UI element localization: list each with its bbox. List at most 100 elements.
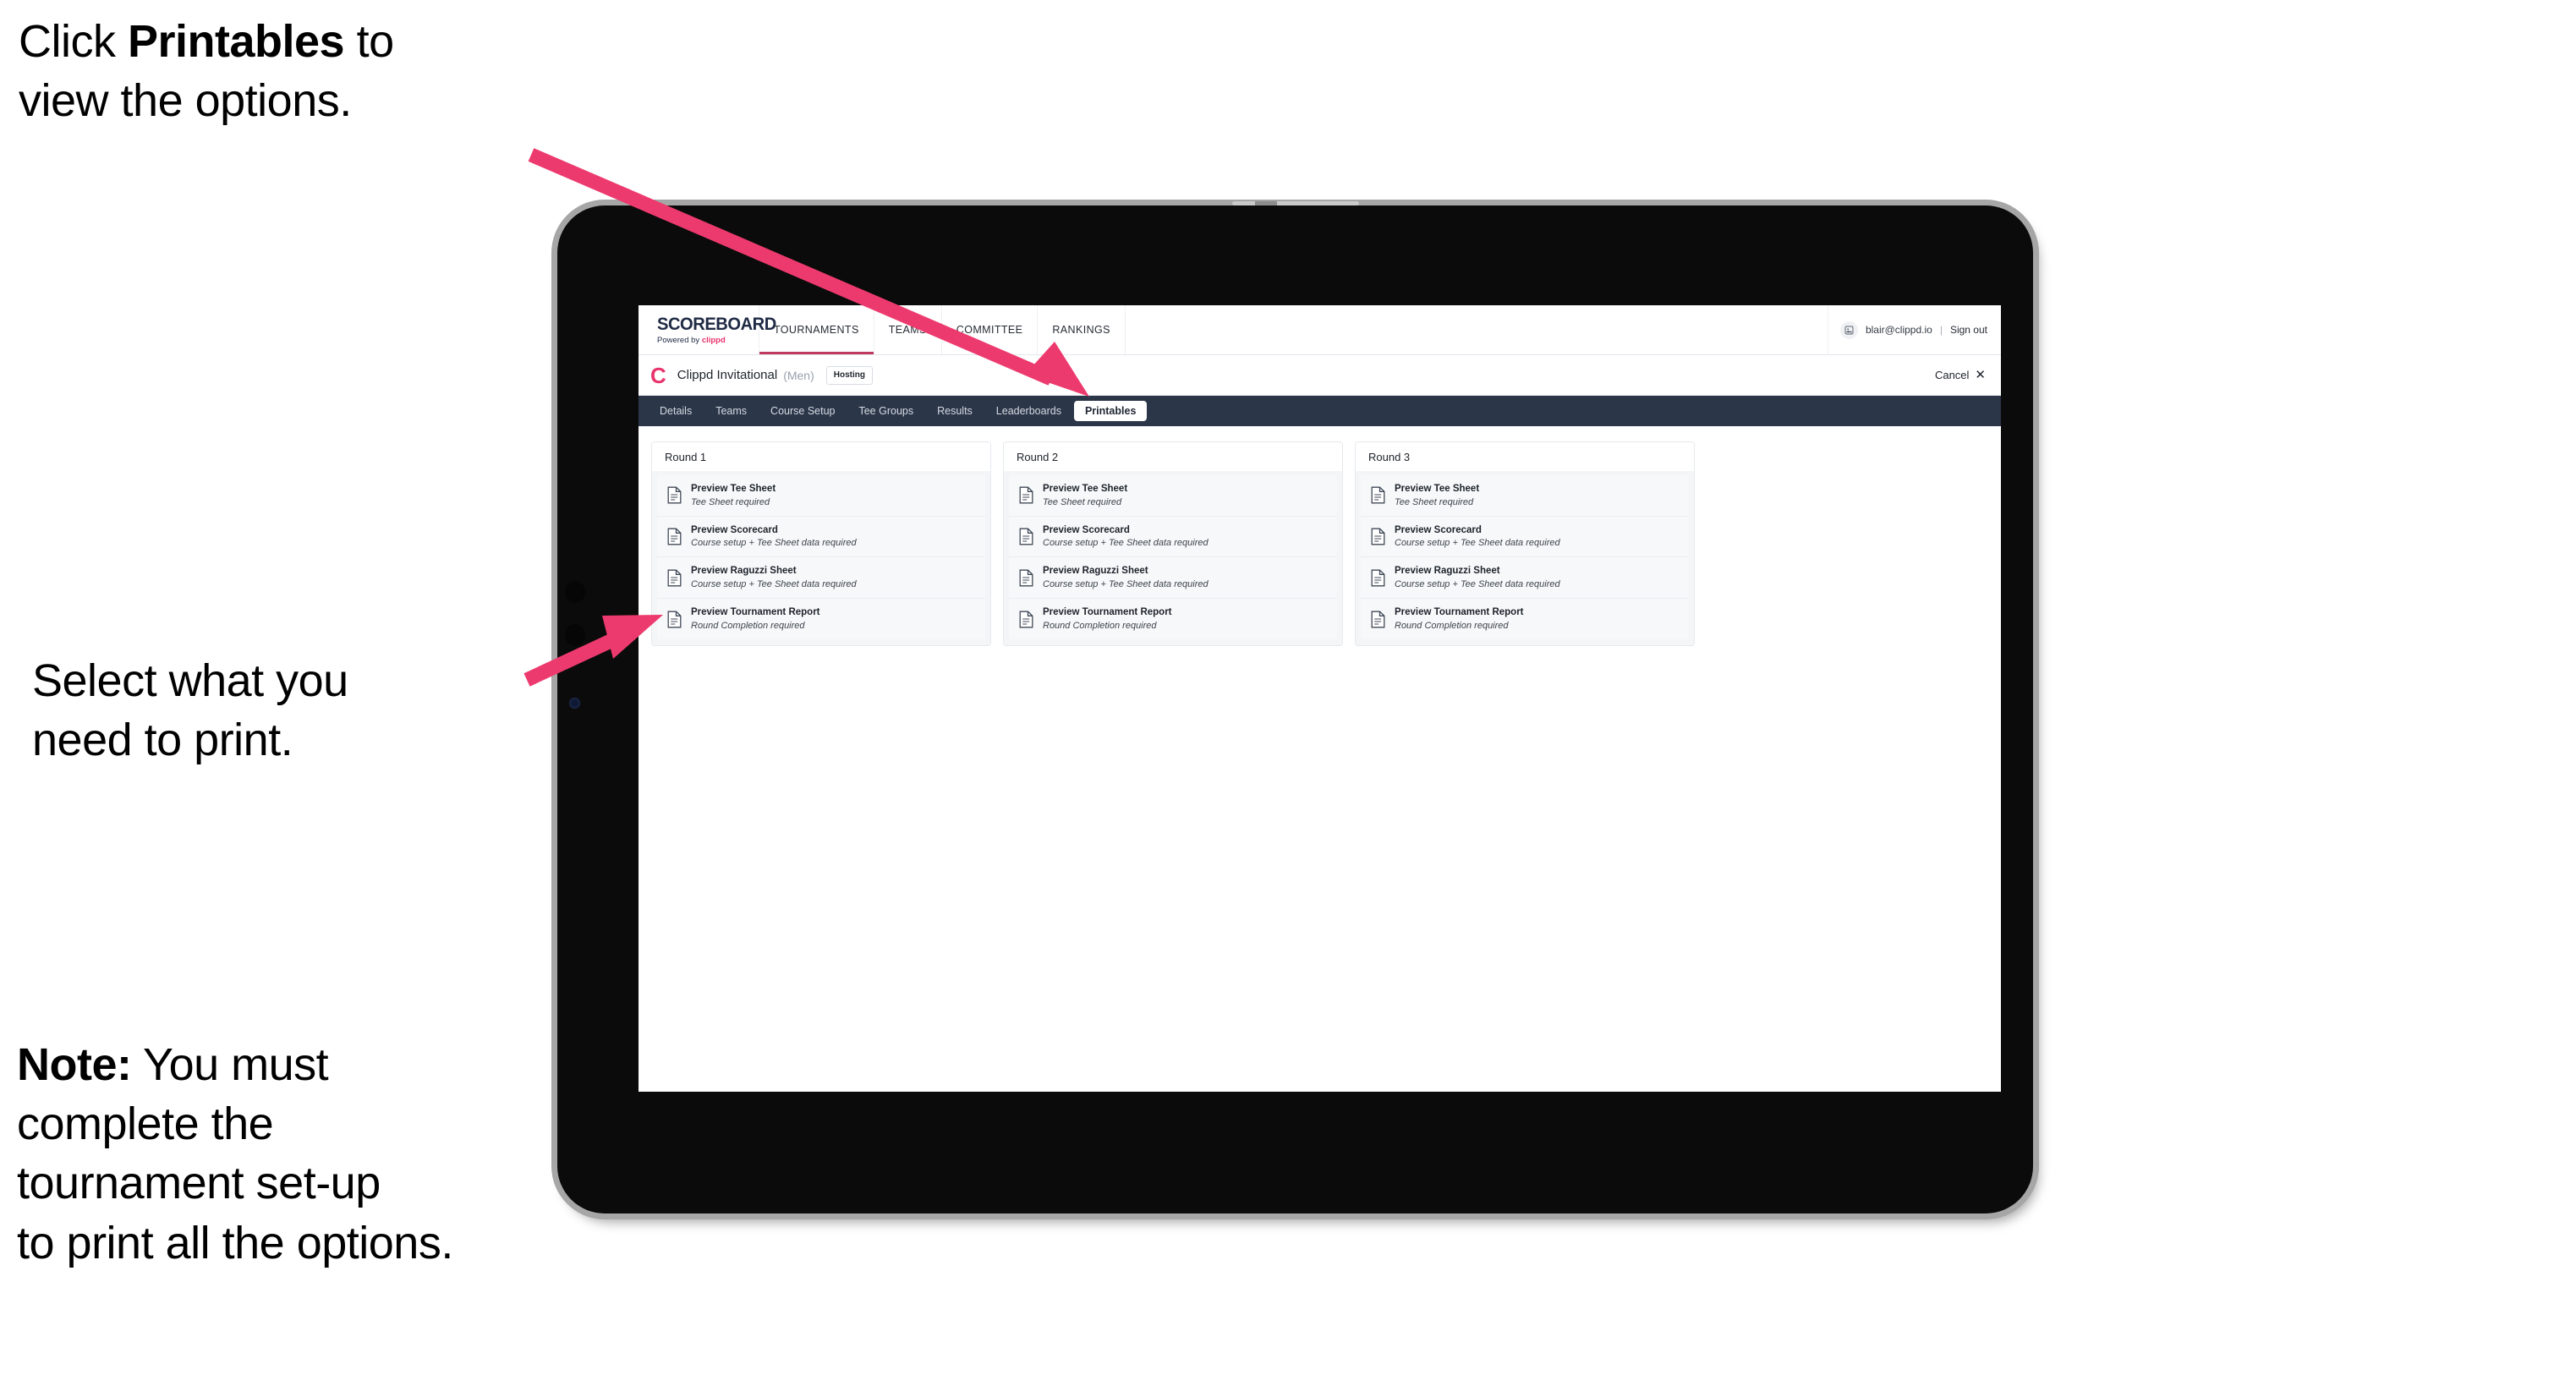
user-separator: |: [1939, 324, 1943, 336]
close-icon: ✕: [1975, 368, 1986, 382]
round-items: Preview Tee Sheet Tee Sheet required Pre…: [652, 471, 990, 645]
document-icon: [667, 569, 682, 587]
document-icon: [667, 611, 682, 628]
section-tab-bar: Details Teams Course Setup Tee Groups Re…: [639, 396, 2001, 426]
list-item-title: Preview Tournament Report: [1395, 607, 1524, 618]
tournament-gender: (Men): [783, 368, 814, 382]
list-item-title: Preview Raguzzi Sheet: [691, 566, 797, 577]
list-item[interactable]: Preview Tee Sheet Tee Sheet required: [1009, 475, 1337, 517]
list-item-subtitle: Tee Sheet required: [691, 496, 770, 507]
brand-title: SCOREBOARD: [657, 314, 776, 334]
document-icon: [667, 528, 682, 545]
list-item[interactable]: Preview Tournament Report Round Completi…: [1361, 599, 1689, 639]
list-item-subtitle: Course setup + Tee Sheet data required: [1395, 579, 1560, 590]
nav-item-teams[interactable]: TEAMS: [874, 305, 942, 354]
nav-item-tournaments[interactable]: TOURNAMENTS: [759, 305, 874, 354]
app-screen: SCOREBOARD Powered by clippd TOURNAMENTS…: [639, 305, 2001, 1092]
list-item-subtitle: Round Completion required: [1395, 620, 1509, 631]
brand-sub-accent: clippd: [701, 335, 726, 345]
tab-leaderboards[interactable]: Leaderboards: [985, 401, 1072, 422]
tournament-name: Clippd Invitational: [677, 368, 778, 382]
list-item-subtitle: Round Completion required: [1043, 620, 1157, 631]
annotation-select-what-to-print: Select what you need to print.: [32, 655, 348, 766]
list-item-subtitle: Course setup + Tee Sheet data required: [691, 538, 857, 549]
list-item[interactable]: Preview Tournament Report Round Completi…: [657, 599, 985, 639]
list-item-subtitle: Tee Sheet required: [1395, 496, 1474, 507]
document-icon: [1019, 569, 1033, 587]
brand-sub-prefix: Powered by: [657, 335, 702, 345]
round-card: Round 2 Preview Tee Sheet Tee Sheet requ…: [1003, 441, 1343, 646]
document-icon: [667, 486, 682, 504]
list-item-title: Preview Tee Sheet: [1395, 484, 1480, 494]
document-icon: [1019, 528, 1033, 545]
document-icon: [1371, 486, 1385, 504]
tablet-sensor: [1254, 201, 1277, 205]
printables-panel: Round 1 Preview Tee Sheet Tee Sheet requ…: [639, 426, 2001, 646]
tab-printables[interactable]: Printables: [1073, 400, 1148, 422]
list-item[interactable]: Preview Tee Sheet Tee Sheet required: [657, 475, 985, 517]
round-items: Preview Tee Sheet Tee Sheet required Pre…: [1356, 471, 1694, 645]
document-icon: [1371, 569, 1385, 587]
list-item-title: Preview Raguzzi Sheet: [1043, 566, 1148, 577]
list-item[interactable]: Preview Tee Sheet Tee Sheet required: [1361, 475, 1689, 517]
round-card: Round 1 Preview Tee Sheet Tee Sheet requ…: [651, 441, 991, 646]
list-item-title: Preview Scorecard: [691, 524, 778, 535]
list-item-title: Preview Tournament Report: [1043, 607, 1172, 618]
annotation-bold-printables: Printables: [128, 16, 345, 67]
volume-down-button[interactable]: [565, 624, 585, 646]
tab-details[interactable]: Details: [649, 401, 703, 422]
tab-tee-groups[interactable]: Tee Groups: [847, 401, 924, 422]
list-item-subtitle: Round Completion required: [691, 620, 805, 631]
nav-item-tournaments-label: TOURNAMENTS: [774, 324, 859, 336]
user-account-area: blair@clippd.io | Sign out: [1828, 305, 2001, 354]
document-icon: [1371, 611, 1385, 628]
cancel-button-label: Cancel: [1934, 369, 1970, 381]
nav-item-rankings-label: RANKINGS: [1052, 324, 1110, 336]
user-avatar-icon[interactable]: [1839, 320, 1858, 339]
list-item[interactable]: Preview Scorecard Course setup + Tee She…: [1361, 516, 1689, 558]
list-item-title: Preview Tournament Report: [691, 607, 820, 618]
volume-up-button[interactable]: [565, 581, 585, 603]
status-badge: Hosting: [825, 365, 873, 385]
document-icon: [1019, 611, 1033, 628]
list-item[interactable]: Preview Tournament Report Round Completi…: [1009, 599, 1337, 639]
tournament-header-bar: C Clippd Invitational (Men) Hosting Canc…: [639, 355, 2001, 396]
list-item[interactable]: Preview Raguzzi Sheet Course setup + Tee…: [657, 557, 985, 600]
tab-course-setup[interactable]: Course Setup: [759, 401, 846, 422]
front-camera-icon: [569, 698, 580, 709]
list-item[interactable]: Preview Scorecard Course setup + Tee She…: [1009, 516, 1337, 558]
round-title: Round 1: [652, 442, 990, 471]
list-item[interactable]: Preview Scorecard Course setup + Tee She…: [657, 516, 985, 558]
nav-spacer: [1126, 305, 1828, 354]
brand-subtitle: Powered by clippd: [657, 337, 759, 345]
scoreboard-logo[interactable]: SCOREBOARD Powered by clippd: [639, 305, 776, 354]
round-title: Round 3: [1356, 442, 1694, 471]
round-title: Round 2: [1004, 442, 1342, 471]
tab-results[interactable]: Results: [926, 401, 984, 422]
list-item[interactable]: Preview Raguzzi Sheet Course setup + Tee…: [1009, 557, 1337, 600]
list-item-title: Preview Tee Sheet: [691, 484, 776, 494]
annotation-click-printables: Click Printables to view the options.: [19, 16, 394, 127]
tablet-device: SCOREBOARD Powered by clippd TOURNAMENTS…: [557, 201, 2033, 1213]
tablet-speaker-grill: [1231, 201, 1359, 205]
annotation-bold-note: Note:: [17, 1039, 132, 1090]
cancel-button[interactable]: Cancel ✕: [1935, 369, 1986, 381]
list-item-subtitle: Course setup + Tee Sheet data required: [691, 579, 857, 590]
list-item-title: Preview Scorecard: [1043, 524, 1130, 535]
nav-item-teams-label: TEAMS: [888, 324, 927, 336]
document-icon: [1371, 528, 1385, 545]
nav-item-rankings[interactable]: RANKINGS: [1038, 305, 1126, 354]
list-item[interactable]: Preview Raguzzi Sheet Course setup + Tee…: [1361, 557, 1689, 600]
nav-item-committee-label: COMMITTEE: [956, 324, 1023, 336]
sign-out-link[interactable]: Sign out: [1950, 324, 1987, 336]
top-navigation-bar: SCOREBOARD Powered by clippd TOURNAMENTS…: [639, 305, 2001, 355]
list-item-title: Preview Tee Sheet: [1043, 484, 1128, 494]
round-card: Round 3 Preview Tee Sheet Tee Sheet requ…: [1355, 441, 1695, 646]
list-item-subtitle: Course setup + Tee Sheet data required: [1043, 538, 1209, 549]
tab-teams[interactable]: Teams: [704, 401, 758, 422]
list-item-subtitle: Course setup + Tee Sheet data required: [1395, 538, 1560, 549]
list-item-title: Preview Scorecard: [1395, 524, 1482, 535]
nav-item-committee[interactable]: COMMITTEE: [942, 305, 1039, 354]
list-item-title: Preview Raguzzi Sheet: [1395, 566, 1500, 577]
clippd-logo-icon: C: [650, 362, 666, 388]
